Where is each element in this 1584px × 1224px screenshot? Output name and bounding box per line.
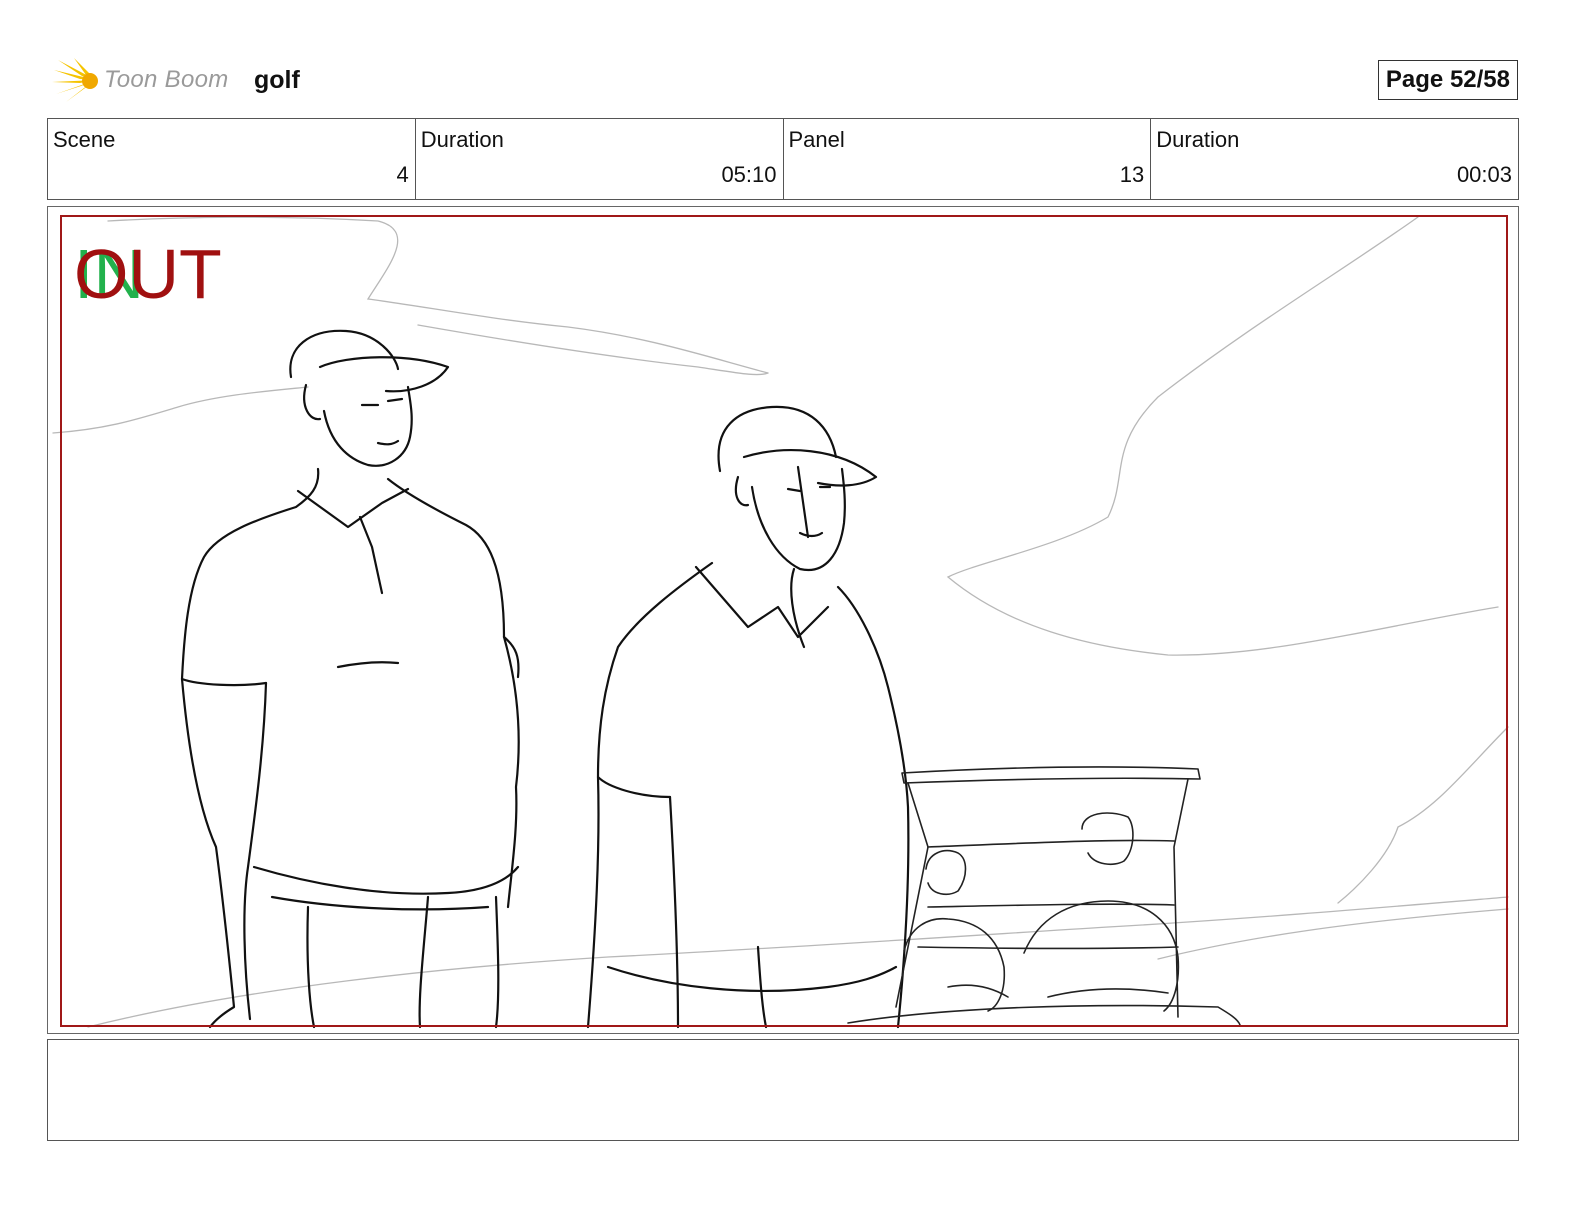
out-marker: OUT xyxy=(74,235,222,313)
panel-cell: Panel 13 xyxy=(784,119,1152,199)
panel-duration-cell: Duration 00:03 xyxy=(1151,119,1518,199)
panel-duration-label: Duration xyxy=(1156,127,1240,152)
logo-text: Toon Boom xyxy=(104,66,229,93)
scene-duration-value: 05:10 xyxy=(721,162,777,187)
scene-info-table: Scene 4 Duration 05:10 Panel 13 Duration… xyxy=(47,118,1519,200)
project-title: golf xyxy=(254,66,300,94)
scene-value: 4 xyxy=(396,162,409,187)
page-header: Toon Boom golf Page 52/58 xyxy=(52,56,1532,106)
safe-area-frame xyxy=(60,215,1508,1027)
panel-value: 13 xyxy=(1119,162,1145,187)
page-number: Page 52/58 xyxy=(1377,60,1518,100)
panel-notes-box xyxy=(47,1039,1519,1141)
storyboard-panel: IN OUT xyxy=(47,206,1519,1034)
toon-boom-logo: Toon Boom xyxy=(52,56,242,106)
toon-boom-starburst-icon xyxy=(52,58,98,102)
scene-duration-label: Duration xyxy=(420,127,504,152)
panel-label: Panel xyxy=(788,127,845,152)
panel-duration-value: 00:03 xyxy=(1456,162,1512,187)
scene-label: Scene xyxy=(53,127,116,152)
scene-cell: Scene 4 xyxy=(48,119,416,199)
scene-duration-cell: Duration 05:10 xyxy=(416,119,784,199)
